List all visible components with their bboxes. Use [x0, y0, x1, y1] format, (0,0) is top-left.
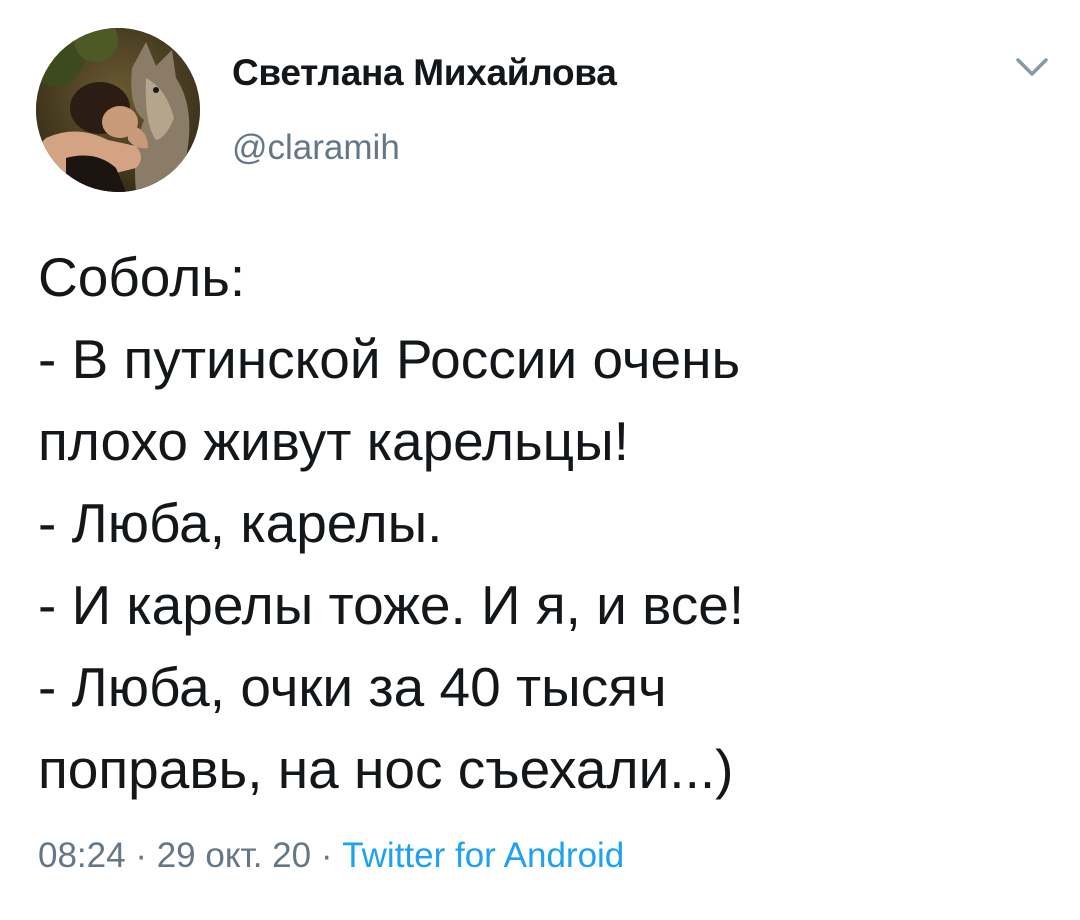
- author-name[interactable]: Светлана Михайлова: [232, 52, 617, 94]
- chevron-down-icon[interactable]: [1008, 48, 1056, 88]
- tweet-time: 08:24: [38, 836, 126, 875]
- tweet-card: Светлана Михайлова @claramih Соболь: - В…: [0, 0, 1080, 920]
- tweet-line: - Люба, карелы.: [38, 492, 443, 554]
- tweet-line: - В путинской России очень: [38, 328, 741, 390]
- tweet-meta: 08:24 · 29 окт. 20 · Twitter for Android: [38, 836, 624, 876]
- tweet-source-link[interactable]: Twitter for Android: [342, 836, 624, 875]
- author-handle[interactable]: @claramih: [232, 128, 400, 168]
- tweet-line: поправь, на нос съехали...): [38, 738, 734, 800]
- tweet-date[interactable]: 29 окт. 20: [157, 836, 311, 875]
- tweet-line: - Люба, очки за 40 тысяч: [38, 656, 667, 718]
- meta-separator: ·: [135, 836, 147, 875]
- tweet-line: Соболь:: [38, 246, 246, 308]
- meta-separator: ·: [320, 836, 333, 875]
- avatar-photo: [36, 28, 200, 192]
- tweet-line: плохо живут карельцы!: [38, 410, 629, 472]
- tweet-text: Соболь: - В путинской России очень плохо…: [38, 236, 1038, 810]
- avatar[interactable]: [36, 28, 200, 192]
- tweet-line: - И карелы тоже. И я, и все!: [38, 574, 745, 636]
